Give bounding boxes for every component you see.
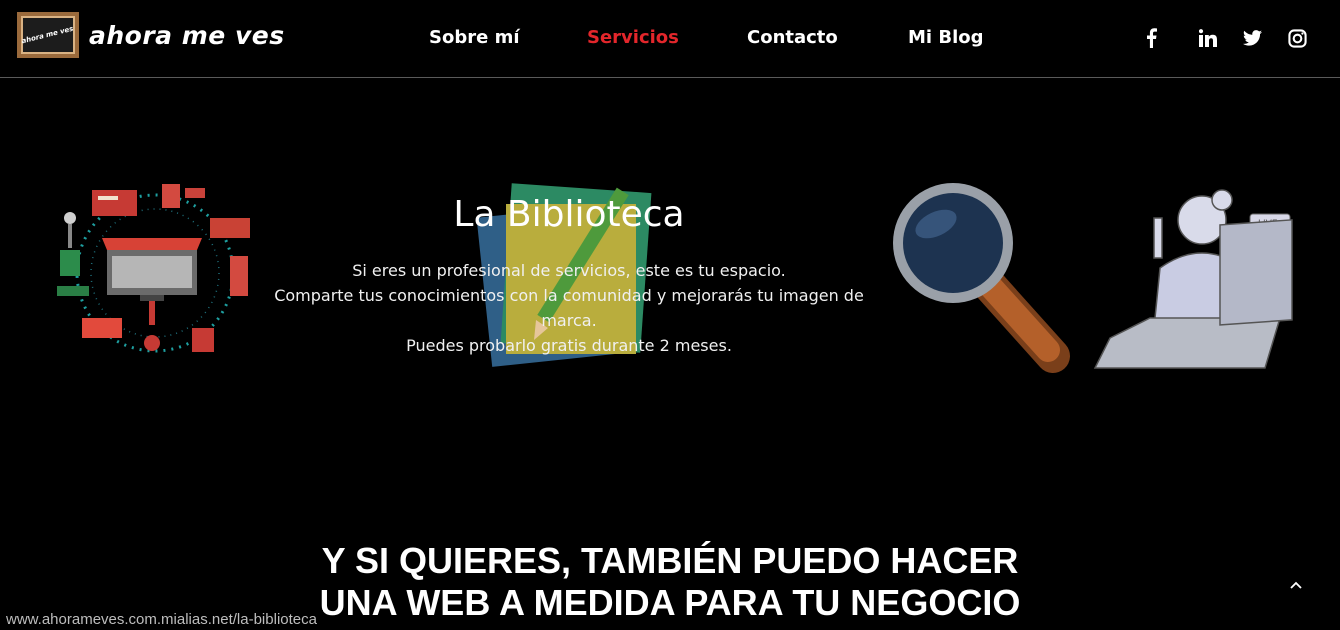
instagram-icon[interactable]: [1275, 27, 1320, 49]
status-bar-url: www.ahorameves.com.mialias.net/la-biblio…: [0, 610, 323, 630]
hero-description: Si eres un profesional de servicios, est…: [274, 258, 864, 358]
linkedin-icon[interactable]: [1185, 27, 1230, 49]
nav-contacto[interactable]: Contacto: [747, 27, 838, 48]
hero-line-3: Puedes probarlo gratis durante 2 meses.: [406, 336, 732, 355]
hero-section: LIVE La Biblioteca Si eres un profesiona…: [0, 78, 1340, 498]
nav-mi-blog[interactable]: Mi Blog: [908, 27, 984, 48]
twitter-icon[interactable]: [1230, 27, 1275, 49]
logo-text: ahora me ves: [89, 20, 285, 50]
web-offer-line-1: Y SI QUIERES, TAMBIÉN PUEDO HACER: [321, 540, 1019, 581]
logo-mini-text: ahora me ves: [21, 24, 75, 45]
social-links: [1140, 27, 1320, 49]
hero-line-1: Si eres un profesional de servicios, est…: [352, 261, 786, 280]
facebook-icon[interactable]: [1140, 27, 1162, 49]
logo[interactable]: ahora me ves ahora me ves: [17, 12, 285, 58]
nav-servicios[interactable]: Servicios: [587, 27, 679, 48]
back-to-top-button[interactable]: [1284, 573, 1308, 597]
nav-sobre-mi[interactable]: Sobre mí: [429, 27, 520, 48]
hero-title: La Biblioteca: [453, 194, 685, 235]
chevron-up-icon: [1290, 581, 1302, 589]
logo-window-icon: ahora me ves: [17, 12, 79, 58]
site-header: ahora me ves ahora me ves Sobre mí Servi…: [0, 0, 1340, 78]
hero-line-2: Comparte tus conocimientos con la comuni…: [274, 286, 864, 330]
